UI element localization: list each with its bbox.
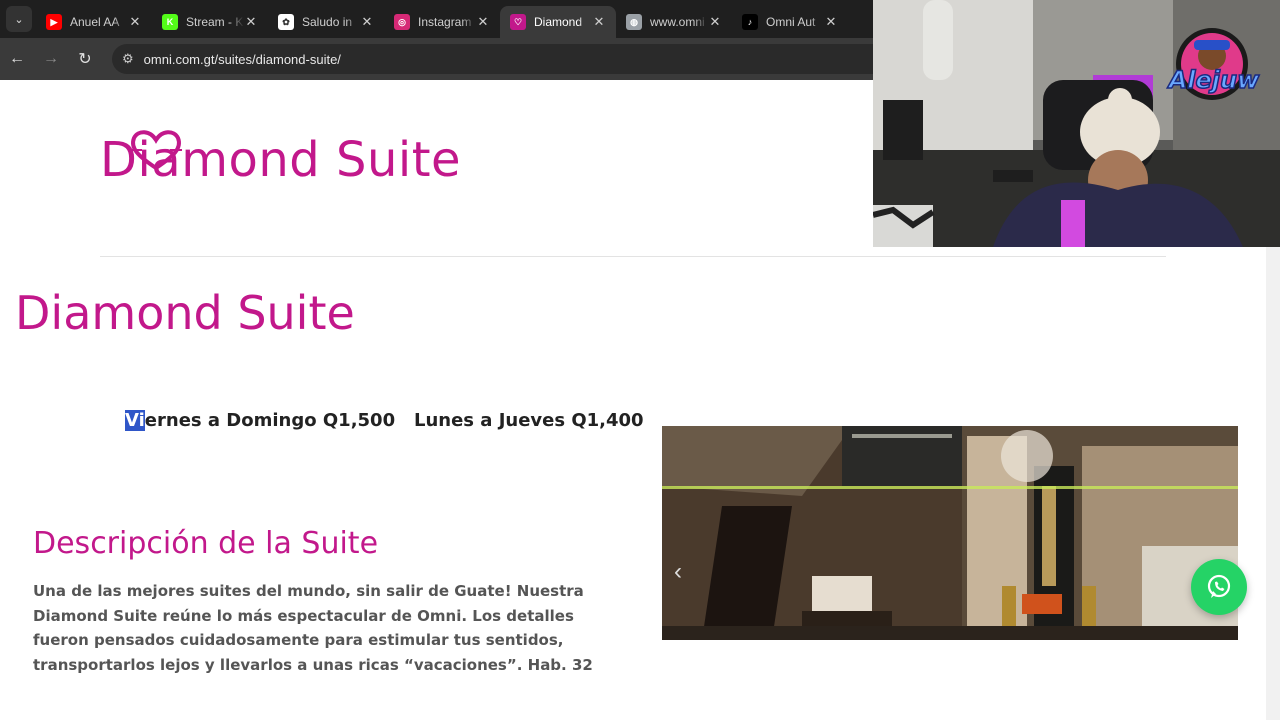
tab-favicon-icon: ✿ — [278, 14, 294, 30]
page-title: Diamond Suite — [15, 286, 355, 340]
whatsapp-icon — [1207, 574, 1231, 598]
browser-tab[interactable]: ✿ Saludo in ✕ — [268, 6, 384, 38]
carousel-prev-icon[interactable]: ‹ — [674, 558, 682, 586]
tab-favicon-icon: ▶ — [46, 14, 62, 30]
tab-favicon-icon: ◍ — [626, 14, 642, 30]
tab-title: www.omni — [650, 15, 705, 29]
header-divider — [100, 256, 1166, 257]
browser-tab[interactable]: ◎ Instagram ✕ — [384, 6, 500, 38]
back-icon[interactable]: ← — [0, 50, 34, 68]
streamer-logo: Alejuw — [1154, 26, 1274, 102]
tab-close-icon[interactable]: ✕ — [592, 14, 606, 30]
tab-close-icon[interactable]: ✕ — [708, 14, 722, 30]
selected-text: Vi — [125, 410, 145, 431]
forward-icon[interactable]: → — [34, 50, 68, 68]
price-weekday: Lunes a Jueves Q1,400 — [414, 410, 644, 431]
browser-tab[interactable]: ▶ Anuel AA ✕ — [36, 6, 152, 38]
suite-description: Una de las mejores suites del mundo, sin… — [33, 582, 593, 674]
tab-close-icon[interactable]: ✕ — [128, 14, 142, 30]
tab-favicon-icon: K — [162, 14, 178, 30]
tab-title: Instagram — [418, 15, 472, 29]
site-info-icon[interactable]: ⚙ — [122, 51, 134, 67]
tab-close-icon[interactable]: ✕ — [824, 14, 838, 30]
tab-close-icon[interactable]: ✕ — [476, 14, 490, 30]
webcam-overlay: Alejuw — [873, 0, 1280, 247]
tab-favicon-icon: ◎ — [394, 14, 410, 30]
tab-favicon-icon: ♪ — [742, 14, 758, 30]
price-weekend: Viernes a Domingo Q1,500 — [125, 410, 395, 431]
whatsapp-button[interactable] — [1191, 559, 1247, 615]
tab-search-icon[interactable]: ⌄ — [6, 6, 32, 32]
browser-tab[interactable]: ◍ www.omni ✕ — [616, 6, 732, 38]
tab-title: Anuel AA — [70, 15, 120, 29]
tab-title: Stream - K — [186, 15, 244, 29]
site-logo[interactable]: Diamond Suite — [100, 132, 461, 188]
browser-tab[interactable]: ♡ Diamond ✕ — [500, 6, 616, 38]
tab-title: Diamond — [534, 15, 583, 29]
streamer-logo-text: Alejuw — [1168, 65, 1260, 95]
reload-icon[interactable]: ↻ — [68, 49, 102, 69]
tab-title: Saludo in — [302, 15, 353, 29]
price-weekend-text: ernes a Domingo Q1,500 — [144, 410, 396, 431]
tab-close-icon[interactable]: ✕ — [360, 14, 374, 30]
tab-close-icon[interactable]: ✕ — [244, 14, 258, 30]
tab-favicon-icon: ♡ — [510, 14, 526, 30]
browser-tab[interactable]: K Stream - K ✕ — [152, 6, 268, 38]
browser-tab[interactable]: ♪ Omni Aut ✕ — [732, 6, 848, 38]
suite-photo — [662, 426, 1238, 640]
section-title: Descripción de la Suite — [33, 526, 379, 561]
tab-title: Omni Aut — [766, 15, 816, 29]
url-text: omni.com.gt/suites/diamond-suite/ — [143, 51, 341, 67]
